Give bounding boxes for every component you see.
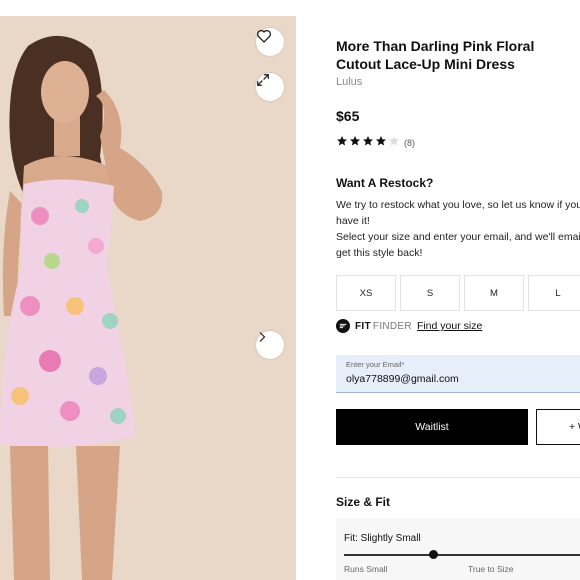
fit-scale-marker <box>428 550 438 559</box>
expand-image-button[interactable] <box>256 73 284 101</box>
product-info-panel: More Than Darling Pink Floral Cutout Lac… <box>336 0 580 580</box>
size-option-s[interactable]: S <box>400 275 460 311</box>
email-field[interactable]: Enter your Email* olya778899@gmail.com <box>336 355 580 393</box>
product-photo <box>0 16 296 580</box>
size-selector: XS S M L <box>336 275 580 311</box>
product-rating[interactable]: (8) <box>336 134 415 152</box>
product-title: More Than Darling Pink Floral Cutout Lac… <box>336 38 535 72</box>
product-price: $65 <box>336 108 360 124</box>
restock-line: have it! <box>336 215 370 227</box>
star-empty-icon <box>389 136 399 146</box>
fit-meter: Fit: Slightly Small Runs Small True to S… <box>336 518 580 580</box>
restock-description: We try to restock what you love, so let … <box>336 197 580 261</box>
restock-line: We try to restock what you love, so let … <box>336 199 580 211</box>
next-image-button[interactable] <box>256 331 284 359</box>
product-brand[interactable]: Lulus <box>336 76 362 88</box>
email-field-value[interactable]: olya778899@gmail.com <box>346 373 576 385</box>
divider <box>336 477 580 478</box>
star-filled-icon <box>350 136 360 146</box>
rating-count: (8) <box>404 138 415 148</box>
restock-line: get this style back! <box>336 247 423 259</box>
size-fit-heading: Size & Fit <box>336 495 391 509</box>
waitlist-button[interactable]: Waitlist <box>336 409 528 445</box>
fit-scale-runs-small: Runs Small <box>344 564 388 574</box>
star-filled-icon <box>363 136 373 146</box>
fit-finder: FIT FINDER Find your size <box>336 319 482 333</box>
wishlist-heart-button[interactable] <box>256 28 284 56</box>
find-your-size-link[interactable]: Find your size <box>417 320 482 332</box>
fit-finder-logo-icon <box>336 319 350 333</box>
add-to-wishlist-button[interactable]: + W <box>536 409 580 445</box>
restock-heading: Want A Restock? <box>336 176 434 190</box>
fit-finder-brand-fit: FIT <box>355 320 371 332</box>
rating-stars <box>336 134 401 152</box>
email-field-label: Enter your Email* <box>346 360 405 369</box>
model-image <box>0 16 296 580</box>
size-option-xs[interactable]: XS <box>336 275 396 311</box>
size-option-m[interactable]: M <box>464 275 524 311</box>
star-filled-icon <box>376 136 386 146</box>
restock-line: Select your size and enter your email, a… <box>336 231 580 243</box>
fit-finder-brand-finder: FINDER <box>372 320 412 332</box>
star-filled-icon <box>337 136 347 146</box>
fit-label: Fit: Slightly Small <box>344 533 421 544</box>
size-option-l[interactable]: L <box>528 275 580 311</box>
fit-scale-true-to-size: True to Size <box>468 564 514 574</box>
fit-scale-track <box>344 554 580 556</box>
